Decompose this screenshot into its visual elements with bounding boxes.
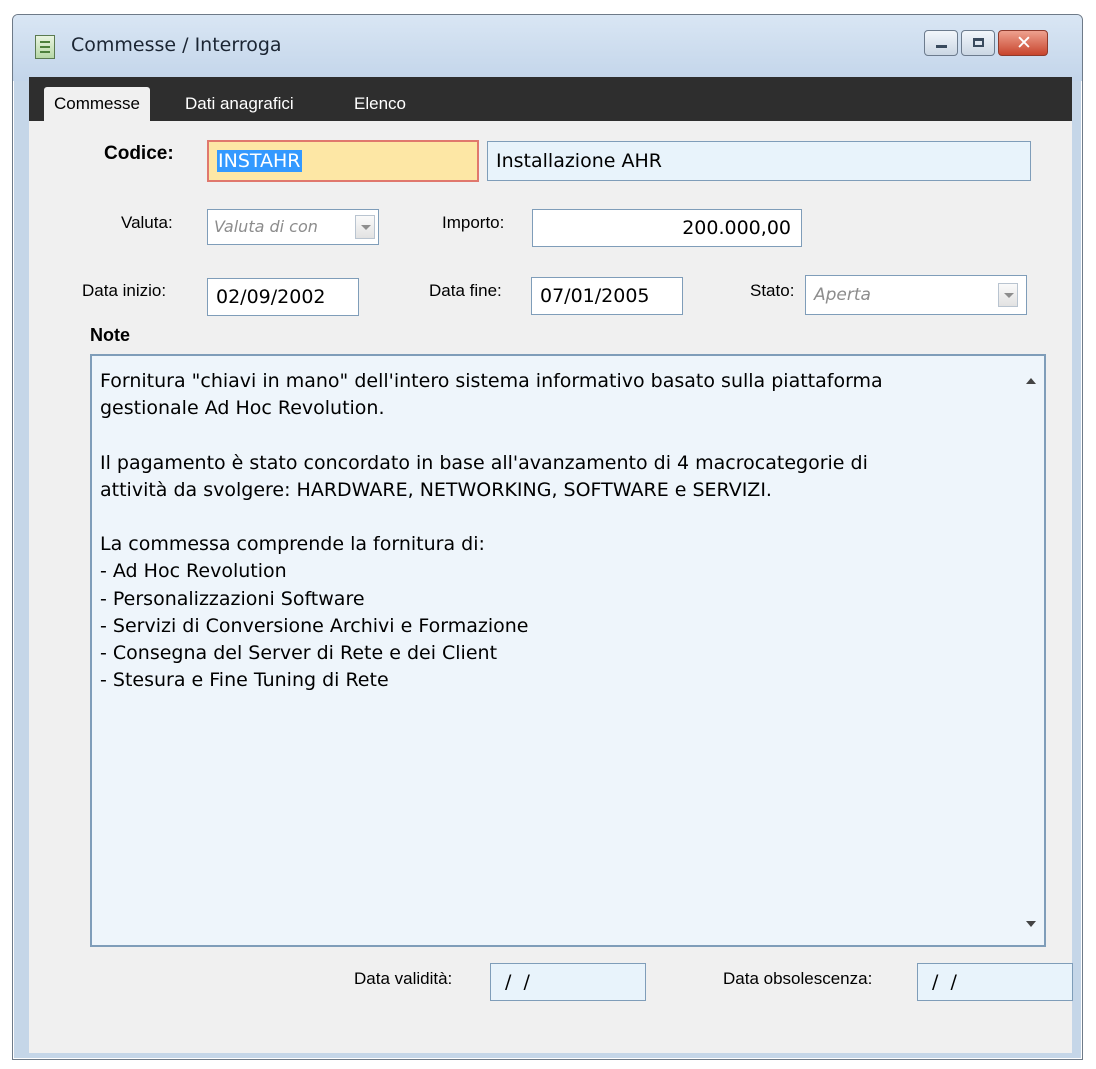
scroll-down-icon[interactable] (1026, 921, 1036, 927)
stato-select[interactable]: Aperta (805, 275, 1027, 315)
minimize-icon (936, 45, 947, 48)
valuta-dropdown-icon[interactable] (355, 215, 375, 239)
stato-value: Aperta (814, 285, 871, 305)
codice-label: Codice: (104, 143, 174, 164)
stato-label: Stato: (750, 281, 795, 300)
main-window: Commesse / Interroga ✕ Commesse Dati ana… (12, 14, 1083, 1060)
stato-dropdown-icon[interactable] (998, 283, 1018, 307)
data-validita-field[interactable]: / / (490, 963, 646, 1001)
tab-elenco[interactable]: Elenco (344, 87, 416, 121)
form-panel: Codice: INSTAHR Installazione AHR Valuta… (29, 121, 1073, 1053)
valuta-label: Valuta: (121, 213, 173, 232)
valuta-value: Valuta di con (214, 217, 318, 236)
data-inizio-field[interactable]: 02/09/2002 (207, 278, 359, 316)
maximize-button[interactable] (961, 30, 995, 56)
data-fine-field[interactable]: 07/01/2005 (531, 277, 683, 315)
scroll-up-icon[interactable] (1026, 378, 1036, 384)
codice-description-field[interactable]: Installazione AHR (487, 141, 1031, 181)
codice-value: INSTAHR (217, 150, 302, 172)
data-obsolescenza-label: Data obsolescenza: (723, 969, 873, 988)
title-bar[interactable]: Commesse / Interroga ✕ (13, 15, 1082, 81)
data-validita-label: Data validità: (354, 969, 453, 988)
codice-field[interactable]: INSTAHR (207, 140, 479, 182)
note-textarea[interactable]: Fornitura "chiavi in mano" dell'intero s… (90, 354, 1046, 947)
note-text: Fornitura "chiavi in mano" dell'intero s… (100, 370, 883, 692)
data-inizio-label: Data inizio: (82, 281, 167, 300)
tab-commesse[interactable]: Commesse (44, 87, 150, 121)
importo-label: Importo: (442, 213, 505, 232)
data-obsolescenza-field[interactable]: / / (917, 963, 1073, 1001)
close-button[interactable]: ✕ (998, 30, 1048, 56)
document-icon (35, 35, 55, 59)
maximize-icon (973, 38, 984, 47)
tab-bar: Commesse Dati anagrafici Elenco (29, 77, 1072, 121)
tab-dati-anagrafici[interactable]: Dati anagrafici (175, 87, 304, 121)
window-title: Commesse / Interroga (71, 34, 282, 56)
importo-field[interactable]: 200.000,00 (532, 209, 802, 247)
valuta-select[interactable]: Valuta di con (207, 209, 379, 245)
data-fine-label: Data fine: (429, 281, 502, 300)
note-label: Note (90, 325, 130, 345)
close-icon: ✕ (1016, 32, 1032, 54)
minimize-button[interactable] (924, 30, 958, 56)
